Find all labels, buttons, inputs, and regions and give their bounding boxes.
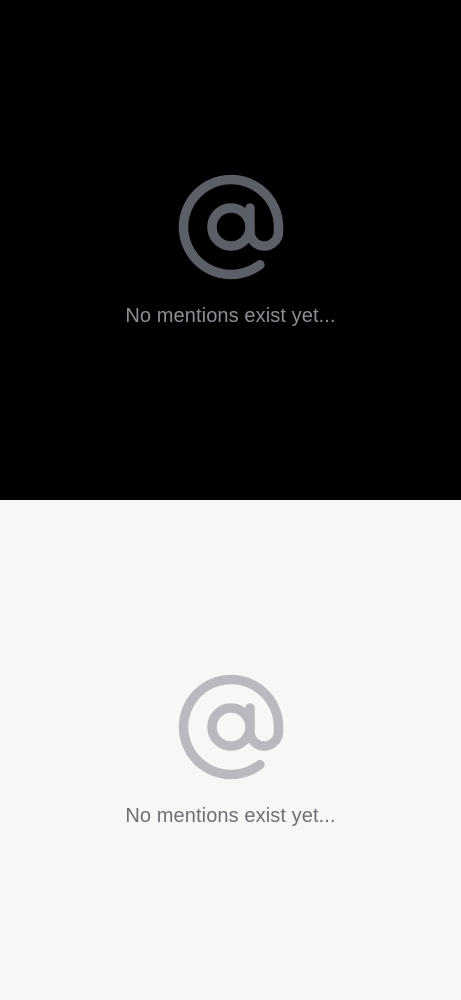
empty-message: No mentions exist yet...: [125, 305, 336, 327]
empty-state: No mentions exist yet...: [0, 170, 461, 328]
at-sign-icon: [178, 174, 283, 280]
empty-message: No mentions exist yet...: [125, 805, 336, 827]
empty-state: No mentions exist yet...: [0, 670, 461, 828]
light-mentions-screen: No mentions exist yet...: [0, 500, 461, 1000]
dark-mentions-screen: No mentions exist yet...: [0, 0, 461, 500]
at-sign-icon: [178, 674, 283, 780]
